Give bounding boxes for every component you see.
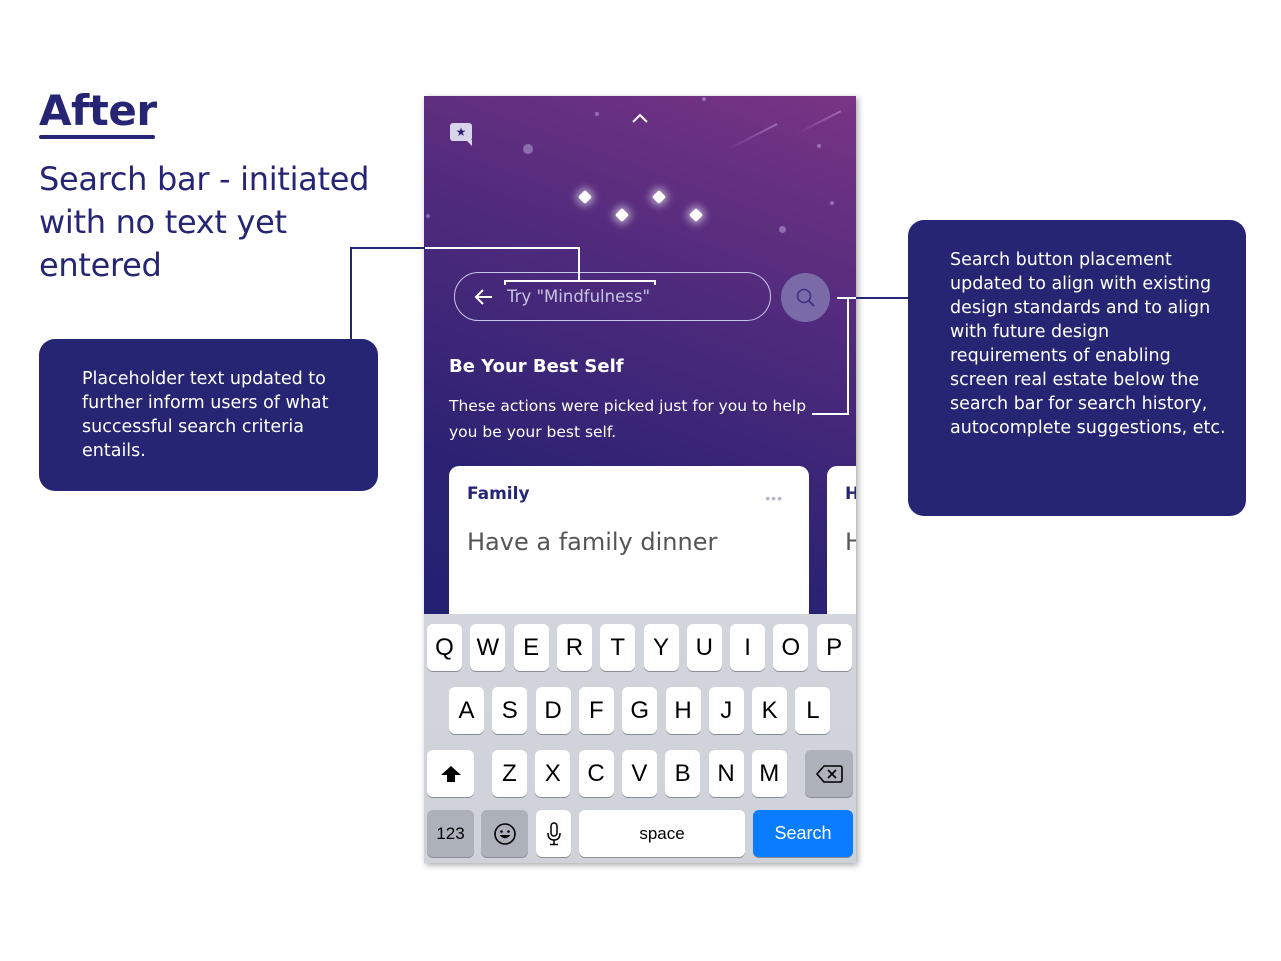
key-u[interactable]: U (686, 624, 722, 671)
key-i[interactable]: I (730, 624, 766, 671)
star-dot (426, 214, 430, 218)
key-m[interactable]: M (751, 750, 787, 797)
emoji-key[interactable] (481, 810, 528, 857)
key-c[interactable]: C (578, 750, 614, 797)
delete-key[interactable] (805, 750, 853, 797)
search-button-callout-text: Search button placement updated to align… (950, 250, 1226, 438)
connector-line (350, 247, 352, 339)
microphone-key[interactable] (536, 810, 571, 857)
key-z[interactable]: Z (492, 750, 527, 797)
heading-underline (39, 135, 155, 139)
chevron-up-icon[interactable] (631, 112, 649, 124)
key-s[interactable]: S (492, 687, 528, 734)
star-dot (523, 144, 533, 154)
numbers-key[interactable]: 123 (427, 810, 474, 857)
bracket-line (654, 280, 656, 285)
card-title: Have a family dinner (467, 528, 718, 556)
connector-line (425, 247, 580, 249)
placeholder-callout-text: Placeholder text updated to further info… (82, 369, 329, 461)
microphone-icon (546, 821, 561, 845)
key-b[interactable]: B (665, 750, 701, 797)
action-card-next[interactable]: H H (827, 466, 856, 626)
more-icon[interactable]: ••• (765, 490, 783, 506)
search-button[interactable] (781, 273, 830, 322)
search-icon (796, 288, 815, 307)
emoji-icon (493, 822, 516, 845)
connector-line (578, 247, 580, 281)
action-card[interactable]: Family ••• Have a family dinner (449, 466, 809, 626)
card-category: H (845, 484, 856, 504)
section-description: These actions were picked just for you t… (449, 397, 807, 441)
key-k[interactable]: K (752, 687, 788, 734)
phone-screen: ★ Be Your Best Self These actions were p… (424, 96, 856, 863)
bracket-line (812, 413, 849, 415)
key-x[interactable]: X (535, 750, 571, 797)
key-o[interactable]: O (773, 624, 809, 671)
key-p[interactable]: P (816, 624, 852, 671)
placeholder-callout: Placeholder text updated to further info… (39, 339, 378, 491)
shooting-star (795, 110, 841, 135)
connector-line (856, 297, 908, 299)
star-dot (817, 144, 821, 148)
key-t[interactable]: T (600, 624, 636, 671)
star-dot (830, 201, 834, 205)
slide-heading: After (39, 86, 157, 135)
connector-line (350, 247, 425, 249)
chat-star-icon[interactable]: ★ (450, 123, 472, 146)
section-title: Be Your Best Self (449, 356, 624, 377)
search-button-callout: Search button placement updated to align… (908, 220, 1246, 516)
search-key[interactable]: Search (753, 810, 853, 857)
key-w[interactable]: W (470, 624, 506, 671)
key-l[interactable]: L (795, 687, 831, 734)
constellation-star (651, 189, 667, 205)
key-h[interactable]: H (665, 687, 701, 734)
shift-icon (440, 765, 461, 782)
key-e[interactable]: E (513, 624, 549, 671)
key-g[interactable]: G (622, 687, 658, 734)
shift-key[interactable] (427, 750, 474, 797)
key-v[interactable]: V (621, 750, 657, 797)
space-key[interactable]: space (579, 810, 745, 857)
star-dot (702, 97, 706, 101)
bracket-line (504, 280, 656, 282)
card-category: Family (467, 484, 530, 504)
constellation-star (577, 189, 593, 205)
back-arrow-icon[interactable] (473, 288, 495, 306)
constellation-star (688, 207, 704, 223)
star-dot (595, 112, 599, 116)
key-y[interactable]: Y (643, 624, 679, 671)
star-dot (779, 226, 786, 233)
key-r[interactable]: R (556, 624, 592, 671)
key-q[interactable]: Q (427, 624, 462, 671)
keyboard: QWERTYUIOP ASDFGHJKL ZXCVBNM 123 space S… (424, 614, 856, 863)
key-j[interactable]: J (708, 687, 744, 734)
bracket-line (847, 297, 849, 415)
card-title: H (845, 528, 856, 556)
backspace-icon (815, 764, 843, 783)
shooting-star (727, 123, 778, 150)
key-a[interactable]: A (449, 687, 484, 734)
key-n[interactable]: N (708, 750, 744, 797)
search-input[interactable] (507, 287, 747, 306)
constellation-star (614, 207, 630, 223)
bracket-line (504, 280, 506, 285)
slide-subtitle: Search bar - initiated with no text yet … (39, 160, 370, 284)
key-f[interactable]: F (578, 687, 614, 734)
key-d[interactable]: D (535, 687, 571, 734)
